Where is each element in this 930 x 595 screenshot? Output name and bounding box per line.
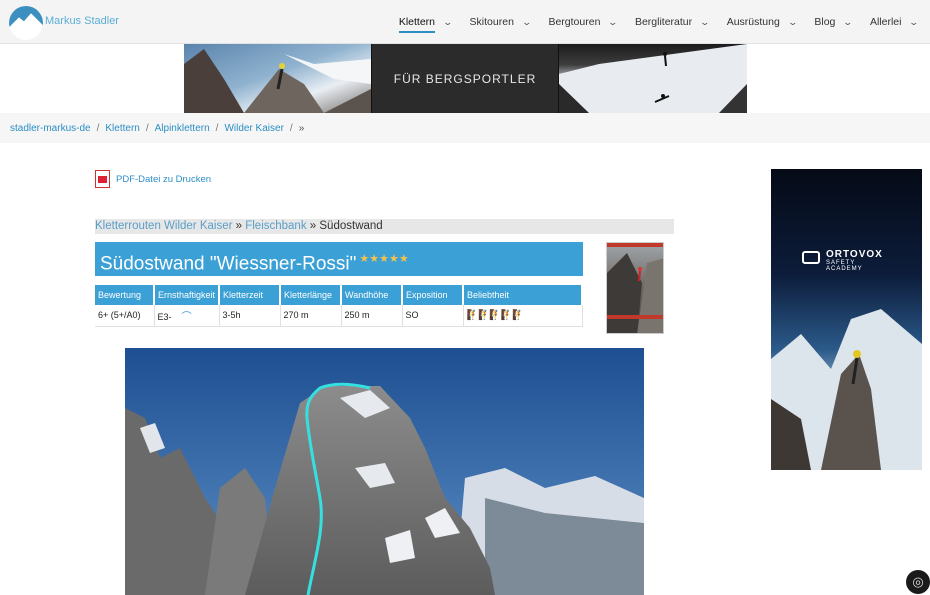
chevron-down-icon: ⌄ [607, 16, 619, 27]
route-photo[interactable] [125, 348, 644, 595]
chevron-down-icon: ⌄ [442, 16, 454, 27]
nav-item-blog[interactable]: Blog ⌄ [814, 0, 854, 44]
breadcrumb: stadler-markus-de / Klettern / Alpinklette… [0, 113, 930, 143]
banner-snow-image [559, 44, 747, 113]
nav-item-ausruestung[interactable]: Ausrüstung ⌄ [726, 0, 798, 44]
route-crumb-current: Südostwand [319, 220, 383, 232]
site-logo-icon[interactable] [9, 6, 43, 40]
route-breadcrumb: Kletterrouten Wilder Kaiser » Fleischban… [95, 219, 674, 234]
nav-label: Klettern [398, 16, 435, 33]
banner-tagline: FÜR BERGSPORTLER [371, 44, 559, 113]
pdf-link-label: PDF-Datei zu Drucken [116, 173, 212, 185]
fingerprint-icon[interactable]: ◎ [906, 570, 930, 594]
table-cell: 270 m [280, 305, 342, 327]
table-header-row: Bewertung Ernsthaftigkeit Kletterzeit Kl… [95, 285, 583, 305]
brand-name[interactable]: Markus Stadler [45, 15, 119, 27]
pdf-icon [95, 170, 110, 188]
table-header: Bewertung [95, 285, 155, 305]
popularity-climber-icons: 🧗🧗🧗🧗🧗 [466, 309, 525, 321]
route-crumb-area[interactable]: Kletterrouten Wilder Kaiser [95, 220, 232, 232]
route-crumb-separator: » [306, 220, 320, 232]
table-cell: SO [402, 305, 464, 327]
nav-label: Bergliteratur [634, 16, 693, 28]
nav-label: Allerlei [869, 16, 902, 28]
breadcrumb-home[interactable]: stadler-markus-de [10, 123, 91, 134]
header-banner: FÜR BERGSPORTLER [184, 44, 747, 113]
rating-stars: ★★★★★ [359, 253, 409, 265]
ad-subtitle: SAFETY ACADEMY [826, 260, 863, 272]
chevron-down-icon: ⌄ [908, 16, 920, 27]
pdf-download-link[interactable]: PDF-Datei zu Drucken [95, 170, 211, 188]
route-title-box: Südostwand "Wiessner-Rossi" ★★★★★ [95, 242, 583, 276]
table-header: Beliebtheit [463, 285, 583, 305]
table-header: Exposition [402, 285, 465, 305]
route-crumb-peak[interactable]: Fleischbank [245, 220, 306, 232]
nav-item-skitouren[interactable]: Skitouren ⌄ [469, 0, 532, 44]
nav-item-bergtouren[interactable]: Bergtouren ⌄ [548, 0, 619, 44]
banner-climber-image [184, 44, 371, 113]
info-icon[interactable]: ⌒ [182, 312, 192, 323]
breadcrumb-separator: / [145, 122, 149, 134]
main-nav: Klettern ⌄ Skitouren ⌄ Bergtouren ⌄ Berglit… [381, 0, 920, 44]
nav-label: Ausrüstung [726, 16, 780, 28]
breadcrumb-current: » [298, 122, 305, 134]
table-cell: 6+ (5+/A0) [95, 305, 155, 327]
nav-label: Skitouren [469, 16, 514, 28]
seriousness-value: E3- [157, 311, 172, 322]
breadcrumb-separator: / [289, 122, 293, 134]
page-title: Südostwand "Wiessner-Rossi" [100, 253, 357, 275]
breadcrumb-alpinklettern[interactable]: Alpinklettern [155, 123, 210, 134]
route-info-table: Bewertung Ernsthaftigkeit Kletterzeit Kl… [95, 285, 583, 327]
table-row: 6+ (5+/A0) E3- ⌒ 3-5h 270 m 250 m SO 🧗🧗🧗🧗… [95, 305, 583, 327]
nav-label: Blog [814, 16, 836, 28]
chevron-down-icon: ⌄ [699, 16, 711, 27]
nav-item-klettern[interactable]: Klettern ⌄ [398, 0, 454, 44]
table-cell: 3-5h [219, 305, 281, 327]
ad-brand: ORTOVOX [826, 249, 883, 260]
table-header: Kletterzeit [219, 285, 282, 305]
nav-item-allerlei[interactable]: Allerlei ⌄ [869, 0, 920, 44]
breadcrumb-separator: / [96, 122, 100, 134]
ad-logo-text: ORTOVOX SAFETY ACADEMY [802, 249, 892, 272]
table-cell: 🧗🧗🧗🧗🧗 [463, 305, 583, 327]
book-band [607, 315, 663, 319]
table-header: Kletterlänge [280, 285, 343, 305]
site-header: Markus Stadler Klettern ⌄ Skitouren ⌄ Berg… [0, 0, 930, 44]
table-header: Ernsthaftigkeit [154, 285, 221, 305]
breadcrumb-klettern[interactable]: Klettern [105, 123, 139, 134]
table-cell: 250 m [341, 305, 403, 327]
table-header: Wandhöhe [341, 285, 404, 305]
breadcrumb-wilder-kaiser[interactable]: Wilder Kaiser [224, 123, 283, 134]
route-crumb-separator: » [232, 220, 246, 232]
chevron-down-icon: ⌄ [787, 16, 798, 27]
chevron-down-icon: ⌄ [521, 16, 532, 27]
nav-label: Bergtouren [548, 16, 601, 28]
chevron-down-icon: ⌄ [842, 16, 854, 27]
nav-item-bergliteratur[interactable]: Bergliteratur ⌄ [634, 0, 711, 44]
breadcrumb-separator: / [215, 122, 219, 134]
guidebook-thumbnail[interactable] [606, 242, 664, 334]
table-cell: E3- ⌒ [154, 305, 220, 327]
ortovox-ad[interactable]: ORTOVOX SAFETY ACADEMY [771, 169, 922, 470]
